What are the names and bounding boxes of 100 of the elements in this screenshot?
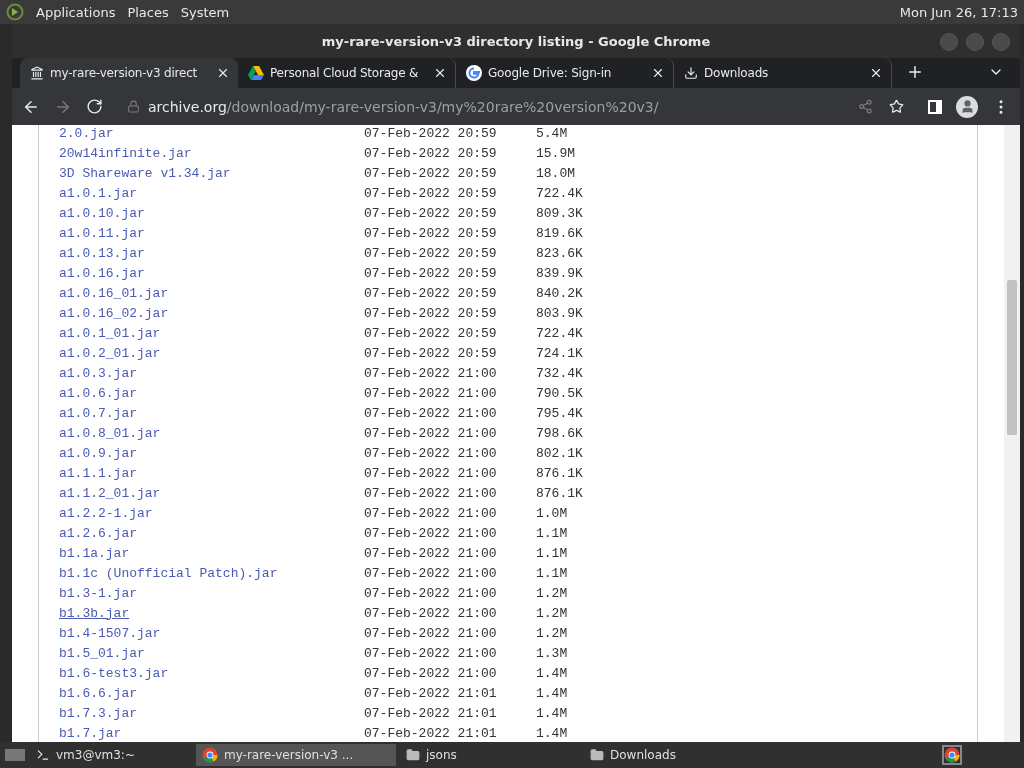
date-cell-text: 07-Feb-2022 20:59 <box>364 145 498 161</box>
size-cell-text: 1.1M <box>536 565 569 581</box>
file-link[interactable]: b1.1a.jar <box>59 545 130 561</box>
file-link[interactable]: a1.0.2_01.jar <box>59 345 161 361</box>
date-cell-text: 07-Feb-2022 20:59 <box>364 285 498 301</box>
download-icon <box>684 66 698 80</box>
file-link[interactable]: a1.0.3.jar <box>59 365 137 381</box>
file-link[interactable]: b1.4-1507.jar <box>59 625 161 641</box>
size-cell-text: 1.2M <box>536 585 569 601</box>
size-cell-text: 1.2M <box>536 605 569 621</box>
panel-menu[interactable]: System <box>180 4 230 20</box>
file-link[interactable]: a1.0.13.jar <box>59 245 145 261</box>
date-cell-text: 07-Feb-2022 20:59 <box>364 125 498 141</box>
size-cell-text: 1.2M <box>536 625 569 641</box>
size-cell-text: 803.9K <box>536 305 584 321</box>
size-cell-text: 5.4M <box>536 125 569 141</box>
size-cell-text: 1.4M <box>536 725 569 741</box>
file-link[interactable]: b1.3-1.jar <box>59 585 137 601</box>
taskbar-button[interactable]: Downloads <box>584 744 784 766</box>
profile-avatar-icon[interactable] <box>956 95 978 118</box>
archive-building-icon <box>30 66 44 80</box>
size-cell-text: 722.4K <box>536 185 584 201</box>
size-cell-text: 795.4K <box>536 405 584 421</box>
file-link[interactable]: a1.0.7.jar <box>59 405 137 421</box>
clock: Mon Jun 26, 17:13 <box>899 4 1018 20</box>
scrollbar-thumb[interactable] <box>1007 280 1017 435</box>
file-link[interactable]: b1.1c (Unofficial Patch).jar <box>59 565 278 581</box>
google-g-icon <box>466 65 482 81</box>
share-icon[interactable] <box>858 99 873 114</box>
file-link[interactable]: b1.6-test3.jar <box>59 665 169 681</box>
date-cell-text: 07-Feb-2022 21:00 <box>364 405 498 421</box>
file-link[interactable]: a1.2.2-1.jar <box>59 505 153 521</box>
file-link[interactable]: a1.0.16_02.jar <box>59 305 169 321</box>
date-cell-text: 07-Feb-2022 21:00 <box>364 525 498 541</box>
file-link[interactable]: b1.7.jar <box>59 725 122 741</box>
file-link[interactable]: b1.3b.jar <box>59 605 130 621</box>
file-link[interactable]: 20w14infinite.jar <box>59 145 192 161</box>
chrome-tray-icon[interactable] <box>944 747 960 763</box>
date-cell-text: 07-Feb-2022 21:00 <box>364 505 498 521</box>
scrollbar[interactable] <box>1004 125 1020 742</box>
reload-icon[interactable] <box>86 98 103 115</box>
file-link[interactable]: a1.0.11.jar <box>59 225 145 241</box>
file-link[interactable]: a1.0.10.jar <box>59 205 145 221</box>
size-cell-text: 1.1M <box>536 525 569 541</box>
size-cell-text: 732.4K <box>536 365 584 381</box>
size-cell-text: 840.2K <box>536 285 584 301</box>
size-cell-text: 876.1K <box>536 485 584 501</box>
side-panel-icon[interactable] <box>928 99 942 114</box>
file-link[interactable]: a1.0.16_01.jar <box>59 285 169 301</box>
close-icon[interactable] <box>869 66 883 80</box>
file-link[interactable]: b1.6.6.jar <box>59 685 137 701</box>
date-cell-text: 07-Feb-2022 21:00 <box>364 585 498 601</box>
date-cell-text: 07-Feb-2022 21:01 <box>364 705 498 721</box>
file-link[interactable]: a1.1.2_01.jar <box>59 485 161 501</box>
file-link[interactable]: b1.5_01.jar <box>59 645 145 661</box>
file-link[interactable]: a1.0.16.jar <box>59 265 145 281</box>
size-cell-text: 1.4M <box>536 685 569 701</box>
date-cell-text: 07-Feb-2022 20:59 <box>364 185 498 201</box>
file-link[interactable]: a1.0.9.jar <box>59 445 137 461</box>
file-link[interactable]: a1.1.1.jar <box>59 465 137 481</box>
size-cell-text: 790.5K <box>536 385 584 401</box>
file-link[interactable]: 2.0.jar <box>59 125 114 141</box>
size-cell-text: 876.1K <box>536 465 584 481</box>
taskbar-button[interactable]: my-rare-version-v3 ... <box>196 744 396 766</box>
size-cell-text: 1.0M <box>536 505 569 521</box>
date-cell-text: 07-Feb-2022 20:59 <box>364 325 498 341</box>
date-cell-text: 07-Feb-2022 21:00 <box>364 365 498 381</box>
date-cell-text: 07-Feb-2022 21:00 <box>364 665 498 681</box>
panel-menu[interactable]: Places <box>127 4 169 20</box>
file-link[interactable]: a1.2.6.jar <box>59 525 137 541</box>
terminal-icon <box>36 748 50 762</box>
close-icon[interactable] <box>651 66 665 80</box>
panel-menu[interactable]: Applications <box>36 4 116 20</box>
close-icon[interactable] <box>216 66 230 80</box>
date-cell-text: 07-Feb-2022 20:59 <box>364 305 498 321</box>
star-icon[interactable] <box>889 99 904 114</box>
browser-tab[interactable]: my-rare-version-v3 direct <box>20 58 238 88</box>
date-cell-text: 07-Feb-2022 21:01 <box>364 685 498 701</box>
date-cell-text: 07-Feb-2022 21:00 <box>364 645 498 661</box>
file-link[interactable]: a1.0.1_01.jar <box>59 325 161 341</box>
file-link[interactable]: a1.0.8_01.jar <box>59 425 161 441</box>
desktop-icon[interactable] <box>4 747 26 763</box>
date-cell-text: 07-Feb-2022 20:59 <box>364 225 498 241</box>
size-cell-text: 819.6K <box>536 225 584 241</box>
chrome-icon <box>202 747 218 763</box>
date-cell-text: 07-Feb-2022 21:00 <box>364 485 498 501</box>
address-field[interactable]: archive.org/download/my-rare-version-v3/my%20rare%20version%20v3/ <box>148 98 659 115</box>
taskbar-button[interactable]: jsons <box>400 744 580 766</box>
date-cell-text: 07-Feb-2022 21:00 <box>364 625 498 641</box>
file-link[interactable]: a1.0.1.jar <box>59 185 137 201</box>
file-link[interactable]: a1.0.6.jar <box>59 385 137 401</box>
date-cell-text: 07-Feb-2022 21:00 <box>364 565 498 581</box>
lock-icon <box>127 100 140 113</box>
size-cell-text: 802.1K <box>536 445 584 461</box>
close-icon[interactable] <box>433 66 447 80</box>
file-link[interactable]: b1.7.3.jar <box>59 705 137 721</box>
file-link[interactable]: 3D Shareware v1.34.jar <box>59 165 231 181</box>
taskbar-button[interactable]: vm3@vm3:~ <box>30 744 192 766</box>
new-tab-icon[interactable] <box>906 63 924 81</box>
window-title: my-rare-version-v3 directory listing - Google Chrome <box>321 33 711 49</box>
